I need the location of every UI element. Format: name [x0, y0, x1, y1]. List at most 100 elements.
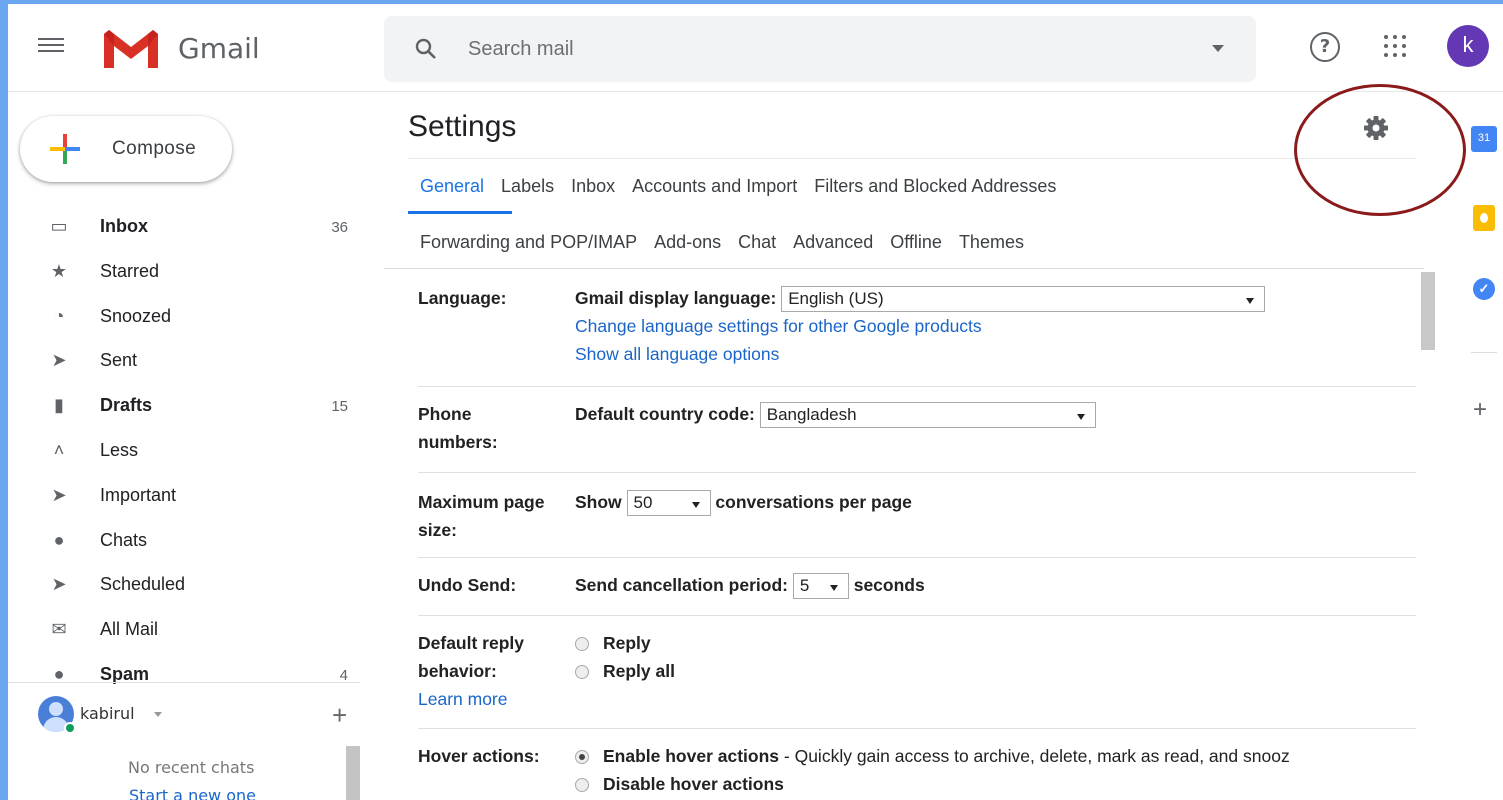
- search-options-dropdown-icon[interactable]: [1212, 45, 1224, 52]
- keep-icon[interactable]: [1473, 205, 1495, 231]
- hover-actions-content: Enable hover actions - Quickly gain acce…: [575, 742, 1420, 798]
- cancellation-period-value: 5: [799, 576, 810, 596]
- row-divider: [418, 728, 1416, 729]
- chat-user-row[interactable]: kabirul +: [38, 696, 358, 736]
- sidebar-item-sent[interactable]: ➤ Sent: [8, 338, 368, 383]
- chevron-up-icon: ˄: [53, 439, 65, 460]
- sidebar-item-snoozed[interactable]: ◔ Snoozed: [8, 294, 368, 339]
- country-code-select[interactable]: Bangladesh: [759, 402, 1096, 429]
- enable-hover-label[interactable]: Enable hover actions: [603, 746, 779, 766]
- sidebar-nav: ▭ Inbox 36 ★ Starred ◔ Snoozed ➤ Sent ▮ Drafts 15 ˄ L…: [8, 204, 368, 697]
- settings-tabs-row-1: General Labels Inbox Accounts and Import Fil…: [420, 176, 1073, 206]
- tab-advanced[interactable]: Advanced: [793, 232, 873, 252]
- seconds-label: seconds: [853, 575, 925, 595]
- search-icon[interactable]: [414, 37, 438, 61]
- reply-all-radio[interactable]: [575, 665, 589, 680]
- tab-general[interactable]: General: [420, 176, 484, 196]
- dropdown-arrow-icon: [1076, 414, 1085, 421]
- tab-labels[interactable]: Labels: [501, 176, 554, 196]
- active-tab-indicator: [408, 211, 512, 214]
- cancellation-period-label: Send cancellation period:: [575, 575, 788, 595]
- enable-hover-radio[interactable]: [575, 750, 589, 765]
- enable-hover-description: - Quickly gain access to archive, delete…: [779, 746, 1290, 766]
- chat-scrollbar[interactable]: [346, 746, 360, 800]
- row-divider: [418, 557, 1416, 558]
- sidebar-item-count: 36: [331, 219, 348, 236]
- sidebar-item-count: 15: [331, 398, 348, 416]
- gmail-logo-icon[interactable]: [100, 26, 162, 72]
- reply-radio[interactable]: [575, 637, 589, 652]
- tab-inbox[interactable]: Inbox: [571, 176, 615, 196]
- calendar-icon[interactable]: 31: [1471, 126, 1497, 152]
- sidebar-item-starred[interactable]: ★ Starred: [8, 249, 368, 294]
- phone-label-line2: numbers:: [418, 432, 498, 452]
- phone-label-line1: Phone: [418, 404, 472, 424]
- tab-themes[interactable]: Themes: [959, 232, 1024, 252]
- gmail-window: Gmail ? k Compose ▭ Inbox 36 ★ Starred ◔ Snooz…: [8, 4, 1503, 800]
- sidebar-item-label: Important: [100, 484, 177, 505]
- dropdown-arrow-icon: [691, 502, 700, 509]
- reply-label-line1: Default reply: [418, 633, 524, 653]
- start-new-chat-link[interactable]: Start a new one: [129, 786, 256, 800]
- compose-label: Compose: [112, 138, 197, 159]
- inbox-icon: ▭: [50, 216, 68, 236]
- page-size-prefix: Show: [575, 492, 622, 512]
- display-language-label: Gmail display language:: [575, 288, 777, 308]
- reply-all-option-label[interactable]: Reply all: [603, 661, 675, 681]
- send-icon: ➤: [51, 350, 67, 371]
- get-addons-icon[interactable]: +: [1473, 396, 1487, 424]
- sidebar-item-spam[interactable]: ● Spam 4: [8, 652, 368, 697]
- learn-more-link[interactable]: Learn more: [418, 689, 508, 709]
- tab-filters-and-blocked-addresses[interactable]: Filters and Blocked Addresses: [814, 176, 1056, 196]
- tab-forwarding-and-pop-imap[interactable]: Forwarding and POP/IMAP: [420, 232, 637, 252]
- main-scrollbar[interactable]: [1421, 272, 1435, 350]
- sidebar-item-drafts[interactable]: ▮ Drafts 15: [8, 383, 368, 428]
- reply-option-label[interactable]: Reply: [603, 633, 651, 653]
- display-language-select[interactable]: English (US): [781, 286, 1266, 313]
- sidebar-item-inbox[interactable]: ▭ Inbox 36: [8, 204, 368, 249]
- title-divider: [408, 158, 1416, 159]
- chat-username[interactable]: kabirul: [80, 704, 135, 723]
- dropdown-arrow-icon: [829, 585, 838, 592]
- dropdown-arrow-icon: [1246, 298, 1255, 305]
- main-menu-icon[interactable]: [38, 34, 64, 56]
- help-icon[interactable]: ?: [1310, 32, 1340, 62]
- search-input[interactable]: [468, 32, 1168, 66]
- sidebar-item-scheduled[interactable]: ➤ Scheduled: [8, 562, 368, 607]
- compose-plus-icon: [50, 134, 80, 164]
- tab-offline[interactable]: Offline: [890, 232, 942, 252]
- disable-hover-radio[interactable]: [575, 778, 589, 793]
- show-all-languages-link[interactable]: Show all language options: [575, 344, 779, 364]
- page-title: Settings: [408, 110, 517, 143]
- tabs-divider: [384, 268, 1424, 269]
- tab-accounts-and-import[interactable]: Accounts and Import: [632, 176, 797, 196]
- search-bar[interactable]: [384, 16, 1256, 82]
- tab-chat[interactable]: Chat: [738, 232, 776, 252]
- clock-icon: ◔: [53, 305, 65, 326]
- country-code-value: Bangladesh: [766, 405, 857, 425]
- page-size-value: 50: [633, 493, 653, 513]
- tab-add-ons[interactable]: Add-ons: [654, 232, 721, 252]
- account-avatar[interactable]: k: [1447, 25, 1489, 67]
- sidebar-item-less[interactable]: ˄ Less: [8, 428, 368, 473]
- reply-behavior-label: Default reply behavior: Learn more: [418, 629, 524, 713]
- compose-button[interactable]: Compose: [20, 116, 232, 182]
- sidebar-item-important[interactable]: ➤ Important: [8, 473, 368, 518]
- sidebar-item-label: Sent: [100, 350, 138, 371]
- sidebar-item-label: Less: [100, 439, 139, 460]
- new-chat-add-icon[interactable]: +: [332, 700, 347, 731]
- change-language-link[interactable]: Change language settings for other Googl…: [575, 316, 982, 336]
- phone-label: Phone numbers:: [418, 400, 498, 456]
- disable-hover-label[interactable]: Disable hover actions: [603, 774, 784, 794]
- sidebar-item-chats[interactable]: ● Chats: [8, 518, 368, 563]
- status-caret-icon[interactable]: [154, 712, 162, 717]
- google-apps-icon[interactable]: [1384, 35, 1406, 57]
- sidebar-item-all-mail[interactable]: ✉ All Mail: [8, 607, 368, 652]
- highlight-circle: [1294, 84, 1466, 216]
- undo-send-content: Send cancellation period: 5 seconds: [575, 571, 925, 600]
- page-size-label: Maximum page size:: [418, 488, 544, 544]
- page-size-select[interactable]: 50: [626, 490, 711, 517]
- tasks-icon[interactable]: ✓: [1473, 278, 1495, 300]
- cancellation-period-select[interactable]: 5: [792, 573, 849, 600]
- language-label: Language:: [418, 288, 507, 308]
